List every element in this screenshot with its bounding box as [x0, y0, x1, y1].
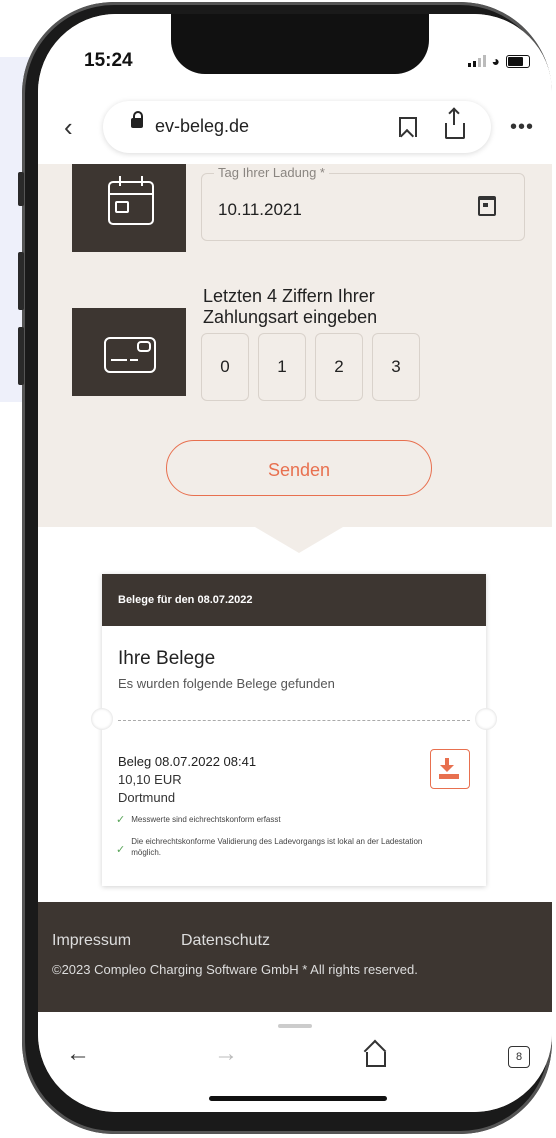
camera-notch — [171, 14, 429, 74]
bookmark-icon[interactable] — [399, 117, 417, 137]
receipt-card-header: Belege für den 08.07.2022 — [102, 574, 486, 626]
check-row-1: ✓ Messwerte sind eichrechtskonform erfas… — [116, 814, 411, 826]
receipts-subtitle: Es wurden folgende Belege gefunden — [118, 676, 335, 691]
charge-date-value: 10.11.2021 — [218, 200, 302, 219]
more-options-icon[interactable]: ••• — [510, 116, 534, 139]
ticket-notch-right — [475, 708, 497, 730]
receipt-date-heading: Belege für den 08.07.2022 — [118, 594, 253, 606]
home-icon[interactable] — [366, 1052, 386, 1067]
phone-mute-switch — [18, 172, 24, 206]
copyright-text: ©2023 Compleo Charging Software GmbH * A… — [52, 962, 418, 977]
nav-back-arrow-icon[interactable]: ← — [66, 1040, 90, 1068]
receipt-item-title: Beleg 08.07.2022 08:41 — [118, 754, 257, 769]
lock-icon — [131, 111, 143, 128]
nav-forward-arrow-icon[interactable]: → — [214, 1040, 238, 1068]
charge-date-label: Tag Ihrer Ladung * — [214, 165, 329, 180]
impressum-link[interactable]: Impressum — [52, 932, 131, 950]
check-text-1: Messwerte sind eichrechtskonform erfasst — [131, 815, 281, 824]
download-receipt-button[interactable] — [430, 749, 470, 789]
ticket-divider — [118, 720, 470, 721]
status-icons: ◕ — [467, 53, 530, 69]
tab-count-button[interactable]: 8 — [508, 1046, 530, 1068]
share-icon[interactable] — [445, 109, 465, 139]
charge-date-field[interactable]: Tag Ihrer Ladung * 10.11.2021 — [201, 165, 525, 241]
back-chevron-icon[interactable]: ‹ — [64, 112, 73, 143]
digit-input-4[interactable]: 3 — [372, 333, 420, 401]
calendar-tile — [72, 164, 186, 252]
wifi-icon: ◕ — [491, 53, 500, 69]
page-footer: Impressum Datenschutz ©2023 Compleo Char… — [38, 902, 552, 1012]
status-bar: 15:24 ◕ — [38, 14, 552, 94]
receipt-card: Belege für den 08.07.2022 Ihre Belege Es… — [91, 574, 497, 886]
calendar-icon — [108, 176, 154, 225]
home-indicator[interactable] — [209, 1096, 387, 1101]
ticket-notch-left — [91, 708, 113, 730]
digit-input-1[interactable]: 0 — [201, 333, 249, 401]
check-icon: ✓ — [116, 814, 126, 826]
status-time: 15:24 — [84, 50, 133, 71]
phone-screen: 15:24 ◕ ‹ ev-beleg.de ••• Tag Ihrer Ladu… — [38, 14, 552, 1112]
receipt-item-city: Dortmund — [118, 790, 176, 805]
date-picker-icon[interactable] — [478, 196, 496, 216]
digit-input-2[interactable]: 1 — [258, 333, 306, 401]
check-row-2: ✓ Die eichrechtskonforme Validierung des… — [116, 836, 426, 858]
check-icon: ✓ — [116, 844, 126, 856]
section-arrow — [255, 527, 343, 553]
phone-volume-up — [18, 252, 24, 310]
digit-input-3[interactable]: 2 — [315, 333, 363, 401]
url-text: ev-beleg.de — [155, 116, 250, 136]
browser-url-bar: ‹ ev-beleg.de ••• — [38, 94, 552, 164]
card-tile — [72, 308, 186, 396]
phone-volume-down — [18, 327, 24, 385]
toolbar-handle[interactable] — [278, 1024, 312, 1028]
signal-icon — [467, 55, 486, 67]
card-digits-label: Letzten 4 Ziffern Ihrer Zahlungsart eing… — [203, 286, 378, 327]
credit-card-icon — [104, 337, 156, 373]
check-text-2: Die eichrechtskonforme Validierung des L… — [131, 837, 423, 857]
receipts-title: Ihre Belege — [118, 648, 216, 669]
battery-icon — [506, 54, 530, 68]
address-field[interactable]: ev-beleg.de — [103, 101, 491, 153]
receipt-item-amount: 10,10 EUR — [118, 772, 182, 787]
send-button[interactable]: Senden — [166, 440, 432, 496]
datenschutz-link[interactable]: Datenschutz — [181, 932, 270, 950]
